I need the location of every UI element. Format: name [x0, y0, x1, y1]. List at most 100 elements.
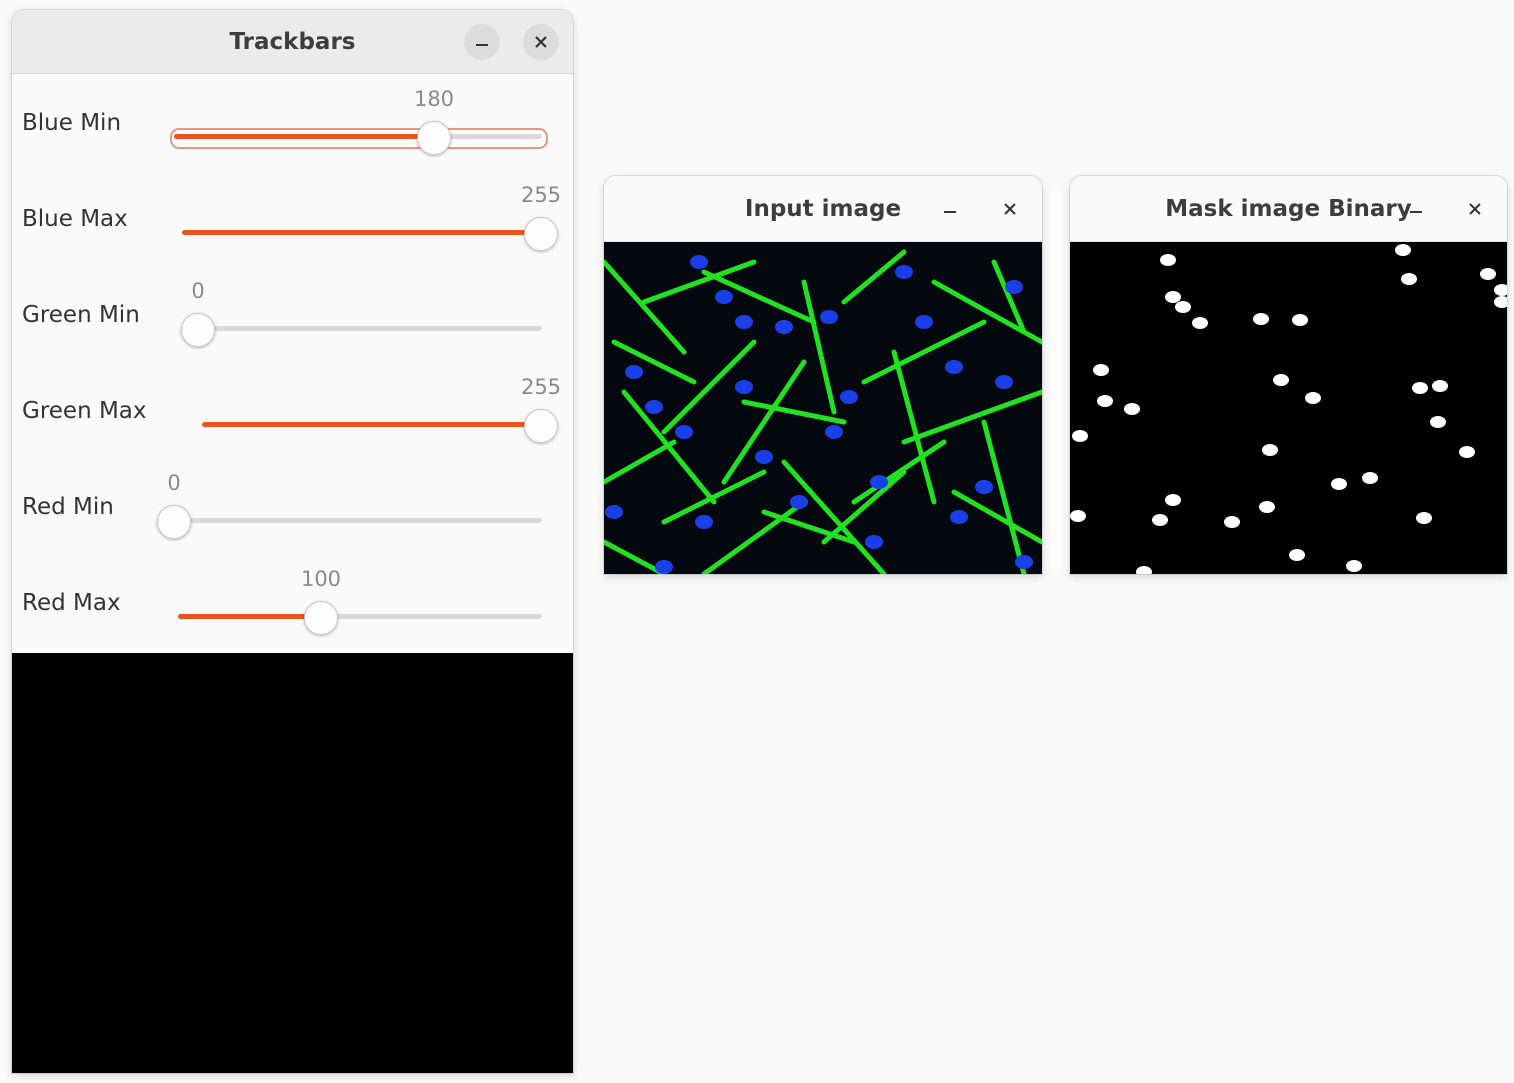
slider-thumb[interactable]: [417, 121, 451, 155]
trackbar-blue-max: Blue Max 255: [12, 170, 573, 266]
mask-blob: [1432, 380, 1448, 392]
mask-blob: [1289, 549, 1305, 561]
cell-nucleus: [645, 400, 663, 414]
mask-blob: [1160, 254, 1176, 266]
cell-nucleus: [790, 495, 808, 509]
slider-track[interactable]: [182, 230, 542, 235]
trackbar-label: Green Max: [22, 398, 147, 424]
close-icon: [535, 35, 547, 48]
minimize-button[interactable]: [932, 191, 968, 227]
cell-nucleus: [625, 365, 643, 379]
mask-blob: [1331, 478, 1347, 490]
cell-nucleus: [975, 480, 993, 494]
trackbar-value: 0: [191, 279, 205, 303]
cell-nucleus: [695, 515, 713, 529]
trackbars-window: Trackbars Blue Min 180 Blue Max 255 Gree…: [12, 10, 573, 1073]
mask-blob: [1072, 430, 1088, 442]
slider-track[interactable]: [174, 134, 542, 139]
cell-nucleus: [825, 425, 843, 439]
mask-blob: [1152, 514, 1168, 526]
mask-image: [1070, 242, 1507, 574]
mask-image-window: Mask image Binary: [1070, 176, 1507, 574]
slider-thumb[interactable]: [157, 505, 191, 539]
trackbar-label: Blue Min: [22, 110, 122, 136]
trackbar-value: 255: [520, 183, 562, 207]
mask-blob: [1292, 314, 1308, 326]
slider-fill: [182, 230, 542, 235]
slider-fill: [202, 422, 542, 427]
cell-nucleus: [715, 290, 733, 304]
mask-blob: [1430, 416, 1446, 428]
mask-blob: [1401, 273, 1417, 285]
slider-thumb[interactable]: [181, 313, 215, 347]
cell-nucleus: [690, 255, 708, 269]
mask-blob: [1259, 501, 1275, 513]
trackbars-canvas: [12, 653, 573, 1073]
cell-nucleus: [735, 315, 753, 329]
slider-track[interactable]: [158, 518, 542, 523]
binary-mask: [1070, 242, 1507, 574]
mask-titlebar[interactable]: Mask image Binary: [1070, 176, 1507, 242]
trackbar-label: Red Min: [22, 494, 114, 520]
mask-blob: [1416, 512, 1432, 524]
trackbars-titlebar[interactable]: Trackbars: [12, 10, 573, 74]
minimize-icon: [1410, 210, 1422, 213]
cell-micrograph: [604, 242, 1042, 574]
trackbar-value: 0: [167, 471, 181, 495]
window-title: Input image: [744, 195, 902, 222]
mask-blob: [1395, 244, 1411, 256]
cell-nucleus: [995, 375, 1013, 389]
slider-track[interactable]: [182, 326, 542, 331]
mask-blob: [1165, 494, 1181, 506]
trackbar-red-max: Red Max 100: [12, 554, 573, 650]
slider-track[interactable]: [178, 614, 542, 619]
trackbar-label: Green Min: [22, 302, 140, 328]
close-button[interactable]: [992, 191, 1028, 227]
minimize-button[interactable]: [464, 23, 500, 60]
slider-thumb[interactable]: [524, 409, 558, 443]
cell-nucleus: [775, 320, 793, 334]
mask-blob: [1192, 317, 1208, 329]
cell-nucleus: [655, 560, 673, 574]
mask-blob: [1097, 395, 1113, 407]
cell-nucleus: [675, 425, 693, 439]
cell-nucleus: [895, 265, 913, 279]
slider-fill: [178, 614, 321, 619]
cell-nucleus: [870, 475, 888, 489]
mask-blob: [1253, 313, 1269, 325]
minimize-button[interactable]: [1398, 191, 1434, 227]
input-image: [604, 242, 1042, 574]
cell-nucleus: [755, 450, 773, 464]
close-button[interactable]: [1457, 191, 1493, 227]
mask-blob: [1362, 472, 1378, 484]
slider-track[interactable]: [202, 422, 542, 427]
window-title: Mask image Binary: [1165, 195, 1412, 222]
cell-nucleus: [735, 380, 753, 394]
mask-blob: [1346, 560, 1362, 572]
minimize-icon: [476, 43, 488, 46]
trackbar-value: 100: [300, 567, 342, 591]
input-titlebar[interactable]: Input image: [604, 176, 1042, 242]
cell-nucleus: [840, 390, 858, 404]
mask-blob: [1412, 382, 1428, 394]
trackbar-value: 255: [520, 375, 562, 399]
trackbar-label: Red Max: [22, 590, 121, 616]
mask-blob: [1093, 364, 1109, 376]
trackbar-green-min: Green Min 0: [12, 266, 573, 362]
cell-nucleus: [915, 315, 933, 329]
slider-thumb[interactable]: [524, 217, 558, 251]
slider-thumb[interactable]: [304, 601, 338, 635]
mask-blob: [1175, 301, 1191, 313]
trackbar-value: 180: [413, 87, 455, 111]
minimize-icon: [944, 210, 956, 213]
cell-nucleus: [820, 310, 838, 324]
trackbar-label: Blue Max: [22, 206, 128, 232]
close-button[interactable]: [523, 23, 559, 60]
cell-nucleus: [605, 505, 623, 519]
mask-blob: [1459, 446, 1475, 458]
mask-blob: [1273, 374, 1289, 386]
close-icon: [1469, 202, 1481, 215]
trackbar-blue-min: Blue Min 180: [12, 74, 573, 170]
cell-nucleus: [950, 510, 968, 524]
cell-nucleus: [945, 360, 963, 374]
